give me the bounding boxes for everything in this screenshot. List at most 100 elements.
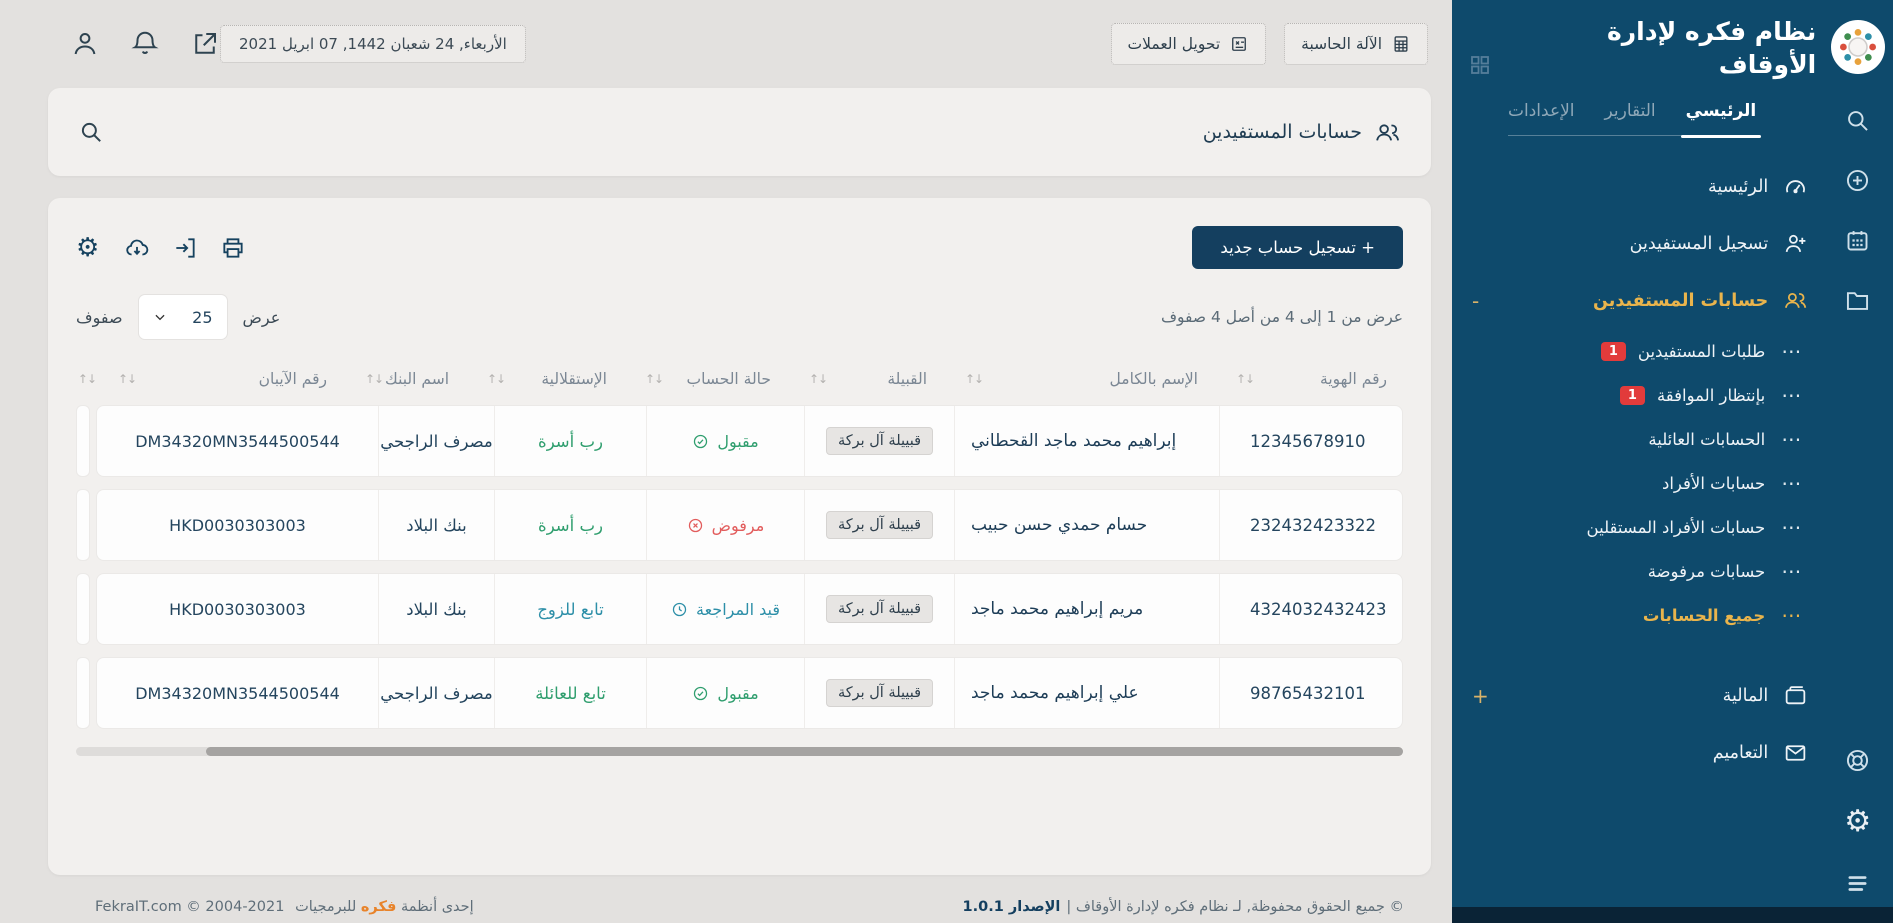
expand-plus-icon[interactable]: + — [1472, 686, 1489, 706]
sidebar-subitem-individual-accounts[interactable]: ⋯ حسابات الأفراد — [1462, 461, 1816, 505]
sidebar-item-home[interactable]: الرئيسية — [1462, 158, 1816, 215]
cell-name: حسام حمدي حسن حبيب — [954, 490, 1219, 560]
envelope-icon — [1783, 740, 1808, 765]
sidebar: ⚙ نظام فكره لإدارة الأوقاف الرئيسي التقا… — [1452, 0, 1893, 923]
sidebar-subitem-awaiting-approval[interactable]: ⋯ بإنتظار الموافقة 1 — [1462, 373, 1816, 417]
table-settings-gear-icon[interactable]: ⚙ — [76, 235, 102, 261]
print-icon[interactable] — [220, 235, 246, 261]
search-bar: حسابات المستفيدين — [48, 88, 1431, 176]
app-title: نظام فكره لإدارة الأوقاف — [1551, 16, 1816, 81]
table-row[interactable]: 98765432101 علي إبراهيم محمد ماجد قبييلة… — [76, 657, 1403, 729]
column-header-independence[interactable]: الإستقلالية↓↑ — [471, 370, 623, 388]
search-icon[interactable] — [1844, 107, 1871, 134]
new-account-button[interactable]: + تسجيل حساب جديد — [1192, 226, 1403, 269]
tab-main[interactable]: الرئيسي — [1686, 101, 1757, 121]
tab-reports[interactable]: التقارير — [1605, 101, 1656, 121]
cell-independence: رب أسرة — [494, 406, 646, 476]
export-icon[interactable] — [172, 235, 198, 261]
support-lifebuoy-icon[interactable] — [1844, 747, 1871, 774]
check-circle-icon — [692, 433, 709, 450]
plus-circle-icon[interactable] — [1844, 167, 1871, 194]
chevron-down-icon — [153, 310, 167, 324]
sidebar-item-finance[interactable]: المالية + — [1462, 667, 1816, 724]
brand-site: FekraIT.com © 2004-2021 — [95, 899, 284, 915]
wallet-icon — [1783, 683, 1808, 708]
cell-status: مرفوض — [646, 490, 804, 560]
sidebar-subitem-all-accounts[interactable]: ⋯ جميع الحسابات — [1462, 593, 1816, 637]
table-row[interactable]: 12345678910 إبراهيم محمد ماجد القحطاني ق… — [76, 405, 1403, 477]
calculator-button[interactable]: الآلة الحاسبة — [1284, 23, 1428, 65]
column-header-stub[interactable]: ↓↑ — [76, 372, 96, 386]
sidebar-menu-list: الرئيسية تسجيل المستفيدين حسابات المستفي… — [1462, 158, 1816, 781]
sort-icon: ↓↑ — [965, 372, 983, 386]
cloud-download-icon[interactable] — [124, 235, 150, 261]
sidebar-subitem-beneficiary-requests[interactable]: ⋯ طلبات المستفيدين 1 — [1462, 329, 1816, 373]
tribe-chip: قبييلة آل بركة — [826, 511, 933, 539]
column-header-id[interactable]: رقم الهوية↓↑ — [1220, 370, 1403, 388]
date-display[interactable]: الأربعاء, 24 شعبان 1442, 07 ابريل 2021 — [220, 25, 526, 63]
sidebar-icon-rail: ⚙ — [1822, 0, 1893, 923]
folder-icon[interactable] — [1844, 287, 1871, 314]
main-area: الآلة الحاسبة تحويل العملات الأربعاء, 24… — [0, 0, 1452, 923]
sort-icon: ↓↑ — [1236, 372, 1254, 386]
clock-icon — [671, 601, 688, 618]
user-profile-icon[interactable] — [70, 29, 100, 59]
horizontal-scrollbar-thumb[interactable] — [206, 747, 1403, 756]
sidebar-subitem-rejected-accounts[interactable]: ⋯ حسابات مرفوضة — [1462, 549, 1816, 593]
cell-status: مقبول — [646, 658, 804, 728]
cell-status: مقبول — [646, 406, 804, 476]
cell-tribe: قبييلة آل بركة — [804, 574, 954, 644]
check-circle-icon — [692, 685, 709, 702]
sidebar-item-circulars[interactable]: التعاميم — [1462, 724, 1816, 781]
sort-icon: ↓↑ — [78, 372, 96, 386]
cell-iban: HKD0030303003 — [97, 490, 378, 560]
column-header-tribe[interactable]: القبيلة↓↑ — [793, 370, 943, 388]
calendar-icon[interactable] — [1844, 227, 1871, 254]
rows-label: صفوف — [76, 308, 123, 327]
sort-icon: ↓↑ — [365, 372, 383, 386]
table-row[interactable]: 232432423322 حسام حمدي حسن حبيب قبييلة آ… — [76, 489, 1403, 561]
brand-name: فكره — [361, 899, 397, 915]
footer: © جميع الحقوق محفوظة, لـ نظام فكره لإدار… — [0, 875, 1452, 915]
search-input[interactable] — [104, 88, 1203, 176]
column-header-bank[interactable]: اسم البنك↓↑ — [349, 370, 465, 388]
table-header: رقم الهوية↓↑ الإسم بالكامل↓↑ القبيلة↓↑ ح… — [76, 353, 1403, 405]
cell-id: 12345678910 — [1219, 406, 1402, 476]
cell-independence: رب أسرة — [494, 490, 646, 560]
user-plus-icon — [1783, 231, 1808, 256]
settings-gear-icon[interactable]: ⚙ — [1844, 807, 1871, 837]
cell-iban: DM34320MN3544500544 — [97, 406, 378, 476]
show-label: عرض — [243, 308, 281, 327]
column-header-name[interactable]: الإسم بالكامل↓↑ — [949, 370, 1214, 388]
page-size-select[interactable]: 25 — [139, 295, 227, 339]
sort-icon: ↓↑ — [487, 372, 505, 386]
horizontal-scrollbar — [76, 747, 1403, 756]
apps-grid-icon[interactable] — [1468, 53, 1492, 77]
cell-bank: مصرف الراجحي — [378, 658, 494, 728]
dots-icon: ⋯ — [1781, 473, 1802, 493]
table-row[interactable]: 4324032432423 مريم إبراهيم محمد ماجد قبي… — [76, 573, 1403, 645]
notifications-bell-icon[interactable] — [130, 29, 160, 59]
menu-hamburger-icon[interactable] — [1844, 870, 1871, 897]
cell-bank: بنك البلاد — [378, 574, 494, 644]
dots-icon: ⋯ — [1781, 517, 1802, 537]
row-overflow-sliver — [76, 489, 90, 561]
cell-bank: بنك البلاد — [378, 490, 494, 560]
sidebar-subitem-independent-individual-accounts[interactable]: ⋯ حسابات الأفراد المستقلين — [1462, 505, 1816, 549]
dots-icon: ⋯ — [1781, 561, 1802, 581]
column-header-status[interactable]: حالة الحساب↓↑ — [629, 370, 787, 388]
sidebar-subitem-family-accounts[interactable]: ⋯ الحسابات العائلية — [1462, 417, 1816, 461]
cell-tribe: قبييلة آل بركة — [804, 406, 954, 476]
sidebar-item-beneficiary-accounts[interactable]: حسابات المستفيدين - — [1462, 272, 1816, 329]
calculator-icon — [1391, 34, 1411, 54]
column-header-iban[interactable]: رقم الآيبان↓↑ — [102, 370, 343, 388]
app-root: ⚙ نظام فكره لإدارة الأوقاف الرئيسي التقا… — [0, 0, 1893, 923]
tab-settings[interactable]: الإعدادات — [1508, 101, 1575, 121]
currency-conversion-button[interactable]: تحويل العملات — [1111, 23, 1267, 65]
collapse-minus-icon[interactable]: - — [1472, 291, 1479, 311]
cell-independence: تابع للعائلة — [494, 658, 646, 728]
share-icon[interactable] — [190, 29, 220, 59]
cell-iban: HKD0030303003 — [97, 574, 378, 644]
sidebar-item-register-beneficiaries[interactable]: تسجيل المستفيدين — [1462, 215, 1816, 272]
search-icon[interactable] — [78, 119, 104, 145]
